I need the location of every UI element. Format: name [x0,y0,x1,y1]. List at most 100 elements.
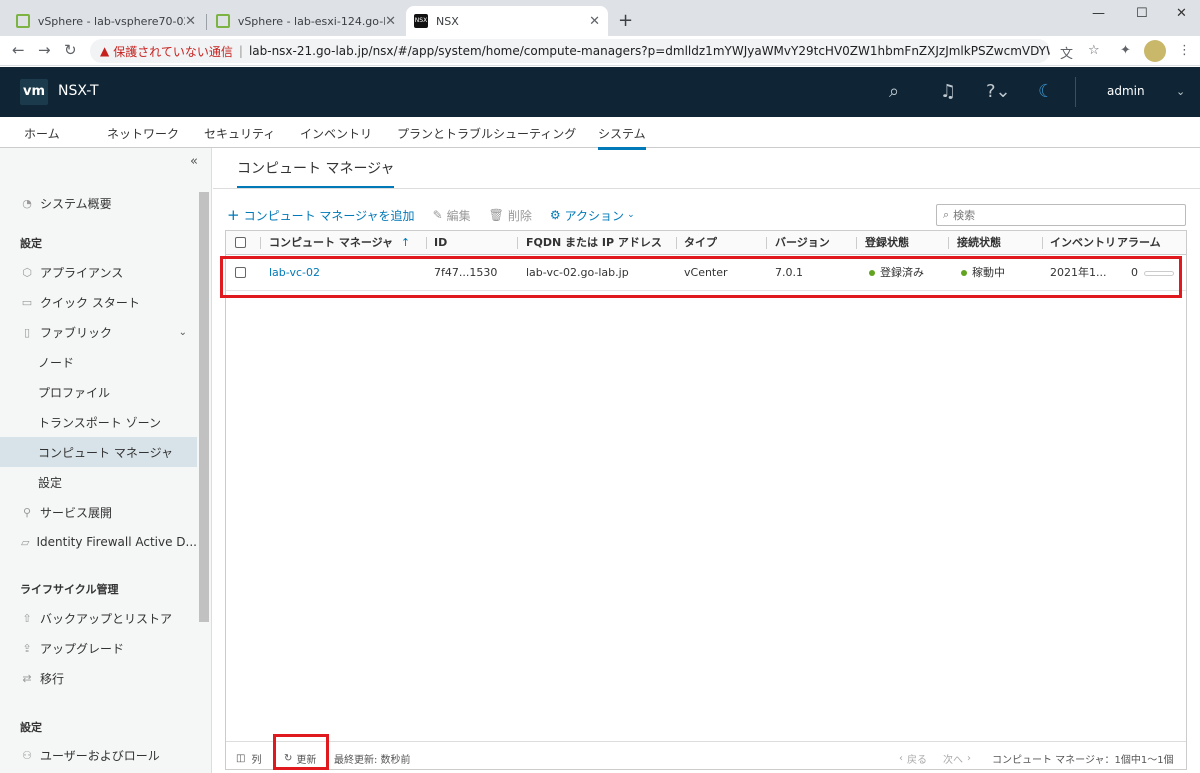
sidebar-item-label: 設定 [38,475,63,490]
browser-tab-vsphere-2[interactable]: vSphere - lab-esxi-124.go-lab.jp ✕ [208,6,404,36]
page-tab-divider [213,188,1200,189]
sidebar-item-upgrade[interactable]: ⇪ アップグレード [0,633,197,663]
column-toggle-button[interactable]: ◫ 列 [236,751,261,766]
last-updated-text: 最終更新: 数秒前 [334,755,411,766]
users-icon: ⚇ [22,748,32,762]
column-divider [1042,237,1043,249]
sidebar-item-fabric-settings[interactable]: 設定 [0,467,197,497]
tab-title: vSphere - lab-vsphere70-02-nsxt [37,14,185,28]
extensions-icon[interactable]: ✦ [1120,43,1131,58]
column-header-type[interactable]: タイプ [684,231,717,255]
close-tab-icon[interactable]: ✕ [185,14,196,29]
edit-button[interactable]: ✎ 編集 [433,207,471,224]
select-all-checkbox[interactable] [235,237,246,248]
sidebar-item-migrate[interactable]: ⇄ 移行 [0,663,197,693]
nodes-icon: ⚲ [22,505,32,519]
sidebar-item-backup-restore[interactable]: ⇧ バックアップとリストア [0,603,197,633]
column-header-id[interactable]: ID [434,231,447,255]
translate-icon[interactable]: 文 [1060,43,1073,62]
actions-dropdown[interactable]: ⚙ アクション ⌄ [550,207,635,224]
forward-icon[interactable]: → [38,41,51,59]
sidebar-item-label: トランスポート ゾーン [38,415,161,430]
sidebar-item-quick-start[interactable]: ▭ クイック スタート [0,287,197,317]
search-icon[interactable]: ⌕ [889,81,899,102]
back-icon[interactable]: ← [12,41,25,59]
column-divider [260,237,261,249]
minimize-icon[interactable]: — [1092,6,1105,21]
sort-ascending-icon: ↑ [400,236,411,249]
sidebar-item-label: Identity Firewall Active D... [36,535,198,549]
browser-tab-vsphere-1[interactable]: vSphere - lab-vsphere70-02-nsxt ✕ [8,6,204,36]
sidebar-item-profiles[interactable]: プロファイル [0,377,197,407]
column-header-name[interactable]: コンピュート マネージャ ↑ [269,231,410,255]
add-compute-manager-button[interactable]: + コンピュート マネージャを追加 [227,206,415,224]
nav-home[interactable]: ホーム [24,125,60,142]
columns-icon: ◫ [236,753,246,764]
search-input[interactable]: ⌕ 検索 [936,204,1186,226]
gauge-icon: ◔ [22,196,32,210]
cube-icon: ⬡ [22,265,32,279]
main-content: コンピュート マネージャ + コンピュート マネージャを追加 ✎ 編集 🗑︎ 削… [213,148,1200,773]
column-divider [517,237,518,249]
nsx-favicon-icon: NSX [414,14,428,28]
security-warning[interactable]: 保護されていない通信 [113,43,233,60]
chevron-down-icon: ⌄ [627,210,635,220]
sidebar-item-label: ユーザーおよびロール [40,748,160,763]
column-header-registration[interactable]: 登録状態 [865,231,909,255]
sidebar-item-nodes[interactable]: ノード [0,347,197,377]
new-tab-button[interactable]: + [618,10,633,31]
sidebar-item-label: 移行 [40,671,65,686]
sidebar-item-transport-zones[interactable]: トランスポート ゾーン [0,407,197,437]
close-window-icon[interactable]: ✕ [1176,6,1187,21]
bookmark-star-icon[interactable]: ☆ [1088,43,1100,58]
chevron-down-icon[interactable]: ⌄ [1176,85,1185,98]
help-icon[interactable]: ?⌄ [986,81,1011,102]
browser-tab-nsx[interactable]: NSX NSX ✕ [406,6,608,36]
column-header-version[interactable]: バージョン [775,231,830,255]
edit-label: 編集 [446,208,471,223]
column-header-connection[interactable]: 接続状態 [957,231,1001,255]
prev-page-button[interactable]: ‹ 戻る [899,751,927,766]
next-label: 次へ [943,755,963,766]
chevron-down-icon[interactable]: ⌄ [179,327,187,338]
chevron-left-icon: ‹ [899,753,903,764]
dark-mode-moon-icon[interactable]: ☾ [1038,81,1054,102]
sidebar-item-users-roles[interactable]: ⚇ ユーザーおよびロール [0,740,197,770]
menu-dots-icon[interactable]: ⋮ [1178,43,1191,58]
sidebar-scrollbar[interactable] [199,192,209,622]
maximize-icon[interactable]: ☐ [1136,6,1148,21]
delete-button[interactable]: 🗑︎ 削除 [489,207,532,224]
address-bar: ← → ↻ ▲ 保護されていない通信 | lab-nsx-21.go-lab.j… [0,36,1200,66]
sidebar-item-label: サービス展開 [40,505,113,520]
sidebar-item-fabric[interactable]: ▯ ファブリック ⌄ [0,317,197,347]
reload-icon[interactable]: ↻ [64,41,77,59]
sidebar-item-system-overview[interactable]: ◔ システム概要 [0,188,197,218]
sidebar-item-service-deployment[interactable]: ⚲ サービス展開 [0,497,197,527]
user-menu[interactable]: admin [1107,84,1145,98]
nav-inventory[interactable]: インベントリ [300,125,372,142]
collapse-sidebar-icon[interactable]: « [190,154,198,169]
sidebar-item-compute-managers[interactable]: コンピュート マネージャ [0,437,197,467]
column-header-fqdn[interactable]: FQDN または IP アドレス [526,231,662,255]
close-tab-icon[interactable]: ✕ [385,14,396,29]
add-label: コンピュート マネージャを追加 [243,208,415,223]
sidebar-item-label: アップグレード [40,641,125,656]
search-placeholder: 検索 [953,209,976,222]
sidebar-section-lifecycle: ライフサイクル管理 [20,583,119,596]
notification-bell-icon[interactable]: ♫ [940,81,956,102]
nav-plan-troubleshoot[interactable]: プランとトラブルシューティング [397,125,576,142]
column-header-alarms[interactable]: アラーム [1117,231,1161,255]
app-header: vm NSX-T ⌕ ♫ ?⌄ ☾ admin ⌄ [0,67,1200,117]
nav-security[interactable]: セキュリティ [204,125,275,142]
profile-avatar[interactable] [1144,40,1166,62]
page-tab-compute-managers[interactable]: コンピュート マネージャ [237,158,395,188]
close-tab-icon[interactable]: ✕ [589,14,600,29]
sidebar-item-appliances[interactable]: ⬡ アプライアンス [0,257,197,287]
nav-networking[interactable]: ネットワーク [107,125,179,142]
nav-system[interactable]: システム [598,125,646,150]
url-field[interactable]: ▲ 保護されていない通信 | lab-nsx-21.go-lab.jp/nsx/… [90,39,1050,63]
next-page-button[interactable]: 次へ › [943,751,971,766]
sidebar-item-identity-firewall-ad[interactable]: ▱ Identity Firewall Active D... [0,527,197,557]
column-header-inventory[interactable]: インベントリ [1050,231,1116,255]
prev-label: 戻る [907,755,927,766]
